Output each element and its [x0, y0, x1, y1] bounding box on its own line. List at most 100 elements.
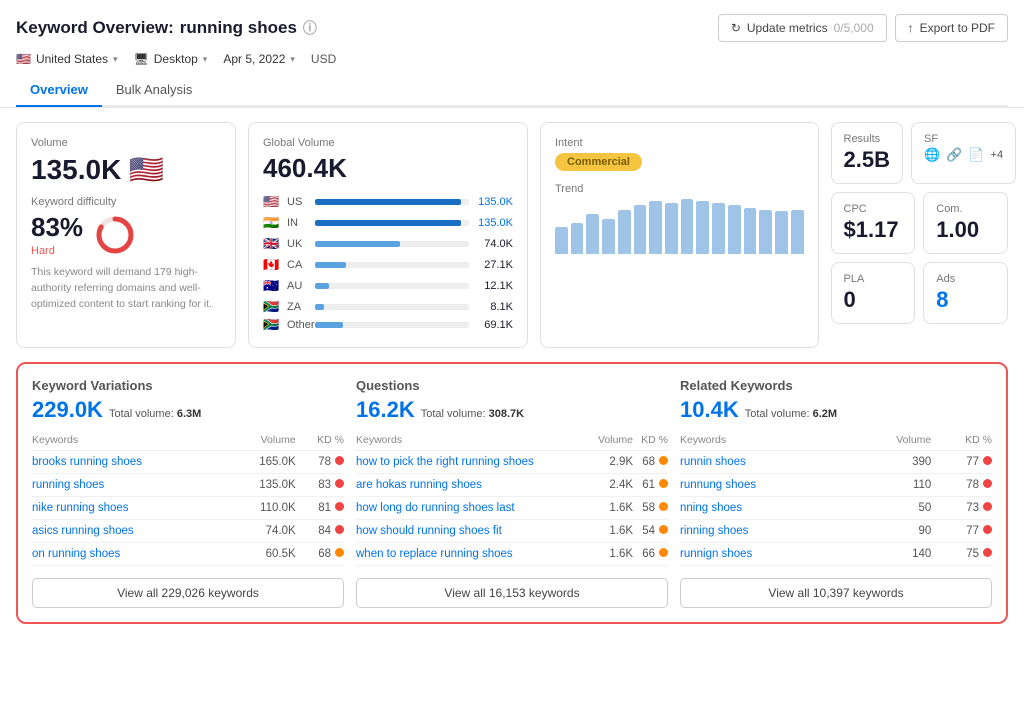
table-row: rinning shoes 90 77 [680, 520, 992, 543]
volume-cell: 50 [852, 497, 931, 520]
country-row: 🇮🇳 IN 135.0K [263, 215, 513, 231]
device-filter[interactable]: 🖥 Desktop ▾ [134, 52, 208, 66]
volume-cell: 135.0K [230, 474, 296, 497]
trend-bar [681, 199, 694, 254]
country-bar-fill [315, 220, 461, 226]
kd-dot [659, 479, 668, 488]
table-row: how to pick the right running shoes 2.9K… [356, 451, 668, 474]
results-card: Results 2.5B [831, 122, 903, 184]
export-pdf-button[interactable]: ↑ Export to PDF [895, 14, 1008, 42]
sf-card: SF 🌐 🔗 📄 +4 [911, 122, 1016, 184]
keyword-link[interactable]: how long do running shoes last [356, 502, 515, 514]
cpc-card: CPC $1.17 [831, 192, 916, 254]
volume-cell: 110.0K [230, 497, 296, 520]
country-code: CA [287, 259, 309, 271]
doc-icon: 📄 [968, 147, 984, 163]
country-row: 🇿🇦 ZA 8.1K [263, 299, 513, 315]
volume-cell: 1.6K [587, 520, 633, 543]
view-all-kv-button[interactable]: View all 229,026 keywords [32, 578, 344, 608]
view-all-q-button[interactable]: View all 16,153 keywords [356, 578, 668, 608]
trend-bar [696, 201, 709, 254]
kd-cell: 66 [633, 543, 668, 566]
country-bar-bg [315, 241, 469, 247]
kd-dot [983, 548, 992, 557]
flag-icon: 🇨🇦 [263, 257, 281, 273]
view-all-rk-button[interactable]: View all 10,397 keywords [680, 578, 992, 608]
trend-bar [571, 223, 584, 254]
volume-cell: 2.9K [587, 451, 633, 474]
country-value: 27.1K [475, 259, 513, 271]
kd-cell: 77 [931, 451, 992, 474]
country-filter[interactable]: 🇺🇸 United States ▾ [16, 52, 118, 66]
keyword-link[interactable]: how to pick the right running shoes [356, 456, 534, 468]
trend-bar [775, 211, 788, 254]
keyword-link[interactable]: on running shoes [32, 548, 120, 560]
trend-bar [759, 210, 772, 254]
kd-dot [335, 502, 344, 511]
flag-icon: 🇬🇧 [263, 236, 281, 252]
keyword-link[interactable]: running shoes [32, 479, 104, 491]
country-value: 8.1K [475, 301, 513, 313]
kd-dot [659, 548, 668, 557]
desktop-icon: 🖥 [134, 52, 149, 66]
keyword-link[interactable]: runnung shoes [680, 479, 756, 491]
country-value: 135.0K [475, 217, 513, 229]
country-bar-bg [315, 283, 469, 289]
other-value: 69.1K [475, 319, 513, 331]
country-row: 🇬🇧 UK 74.0K [263, 236, 513, 252]
page-title: Keyword Overview: running shoes ⓘ [16, 18, 317, 38]
keyword-link[interactable]: are hokas running shoes [356, 479, 482, 491]
keyword-link[interactable]: how should running shoes fit [356, 525, 502, 537]
other-flag: 🇿🇦 [263, 317, 281, 333]
table-row: nike running shoes 110.0K 81 [32, 497, 344, 520]
tab-bulk-analysis[interactable]: Bulk Analysis [102, 74, 207, 107]
trend-bar [728, 205, 741, 254]
trend-bar [744, 208, 757, 254]
trend-bar [649, 201, 662, 254]
kd-dot [659, 525, 668, 534]
table-row: running shoes 135.0K 83 [32, 474, 344, 497]
globe-icon: 🌐 [924, 147, 940, 163]
info-icon: ⓘ [303, 18, 317, 38]
flag-icon: 🇮🇳 [263, 215, 281, 231]
kd-cell: 68 [296, 543, 344, 566]
country-code: AU [287, 280, 309, 292]
country-row: 🇦🇺 AU 12.1K [263, 278, 513, 294]
com-card: Com. 1.00 [923, 192, 1008, 254]
kd-cell: 58 [633, 497, 668, 520]
keyword-link[interactable]: brooks running shoes [32, 456, 142, 468]
kd-cell: 83 [296, 474, 344, 497]
link-icon: 🔗 [946, 147, 962, 163]
update-metrics-button[interactable]: ↻ Update metrics 0/5,000 [718, 14, 887, 42]
trend-bar [634, 205, 647, 254]
keyword-link[interactable]: runnin shoes [680, 456, 746, 468]
country-code: UK [287, 238, 309, 250]
country-bar-fill [315, 199, 461, 205]
kd-cell: 77 [931, 520, 992, 543]
export-icon: ↑ [908, 21, 914, 35]
date-filter[interactable]: Apr 5, 2022 ▾ [223, 52, 295, 66]
keyword-link[interactable]: nike running shoes [32, 502, 129, 514]
country-row: 🇨🇦 CA 27.1K [263, 257, 513, 273]
keyword-link[interactable]: nning shoes [680, 502, 742, 514]
kd-cell: 54 [633, 520, 668, 543]
tab-overview[interactable]: Overview [16, 74, 102, 107]
kd-cell: 73 [931, 497, 992, 520]
keyword-link[interactable]: runnign shoes [680, 548, 752, 560]
keyword-link[interactable]: asics running shoes [32, 525, 134, 537]
country-code: IN [287, 217, 309, 229]
keyword-link[interactable]: when to replace running shoes [356, 548, 513, 560]
volume-cell: 90 [852, 520, 931, 543]
kd-cell: 75 [931, 543, 992, 566]
country-value: 74.0K [475, 238, 513, 250]
country-row: 🇺🇸 US 135.0K [263, 194, 513, 210]
country-bar-fill [315, 241, 400, 247]
trend-bar [586, 214, 599, 254]
country-bar-bg [315, 199, 469, 205]
volume-cell: 74.0K [230, 520, 296, 543]
keyword-link[interactable]: rinning shoes [680, 525, 748, 537]
questions-section: Questions 16.2K Total volume: 308.7K Key… [356, 378, 668, 608]
kd-dot [659, 502, 668, 511]
kd-dot [335, 525, 344, 534]
table-row: how long do running shoes last 1.6K 58 [356, 497, 668, 520]
